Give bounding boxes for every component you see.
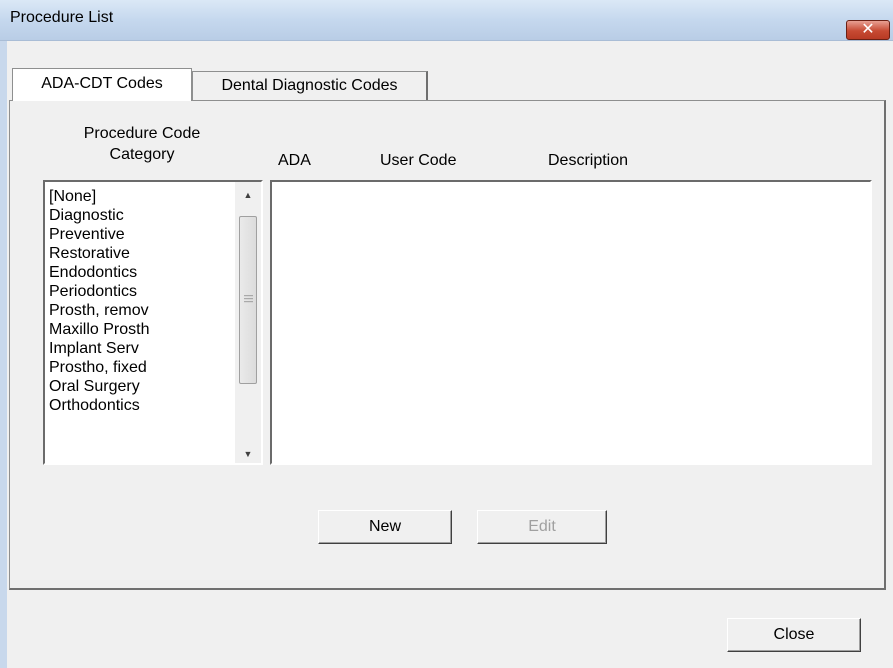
window-title: Procedure List (10, 9, 114, 26)
list-item[interactable]: [None] (49, 187, 149, 206)
list-item[interactable]: Preventive (49, 225, 149, 244)
window-left-border (0, 41, 7, 668)
list-item[interactable]: Restorative (49, 244, 149, 263)
list-item[interactable]: Prostho, fixed (49, 358, 149, 377)
category-heading-line1: Procedure Code (83, 125, 201, 142)
procedure-list-window: Procedure List ✕ ADA-CDT Codes Dental Di… (0, 0, 893, 668)
edit-button[interactable]: Edit (477, 510, 607, 544)
column-header-description[interactable]: Description (548, 152, 628, 170)
tab-ada-cdt-codes[interactable]: ADA-CDT Codes (12, 68, 192, 101)
close-button[interactable]: Close (727, 618, 861, 652)
category-heading-line2: Category (109, 146, 175, 163)
list-item[interactable]: Implant Serv (49, 339, 149, 358)
scroll-down-arrow-icon[interactable]: ▼ (235, 444, 261, 463)
list-item[interactable]: Endodontics (49, 263, 149, 282)
list-item[interactable]: Maxillo Prosth (49, 320, 149, 339)
tab-dental-diagnostic-codes[interactable]: Dental Diagnostic Codes (192, 71, 428, 100)
scroll-up-arrow-icon[interactable]: ▲ (235, 185, 261, 205)
title-bar[interactable]: Procedure List ✕ (0, 0, 893, 41)
category-listbox[interactable]: [None] Diagnostic Preventive Restorative… (43, 180, 263, 465)
category-scrollbar[interactable]: ▲ — — — ▼ (235, 182, 261, 463)
list-item[interactable]: Prosth, remov (49, 301, 149, 320)
grip-icon: — — — (244, 290, 253, 306)
category-list: [None] Diagnostic Preventive Restorative… (49, 187, 149, 415)
list-item[interactable]: Oral Surgery (49, 377, 149, 396)
procedure-code-table[interactable] (270, 180, 872, 465)
column-header-user-code[interactable]: User Code (380, 152, 456, 170)
close-icon: ✕ (861, 19, 875, 38)
list-item[interactable]: Diagnostic (49, 206, 149, 225)
list-item[interactable]: Orthodontics (49, 396, 149, 415)
scrollbar-thumb[interactable]: — — — (239, 216, 257, 384)
list-item[interactable]: Periodontics (49, 282, 149, 301)
new-button[interactable]: New (318, 510, 452, 544)
column-header-ada[interactable]: ADA (278, 152, 311, 170)
window-close-button[interactable]: ✕ (846, 19, 890, 40)
